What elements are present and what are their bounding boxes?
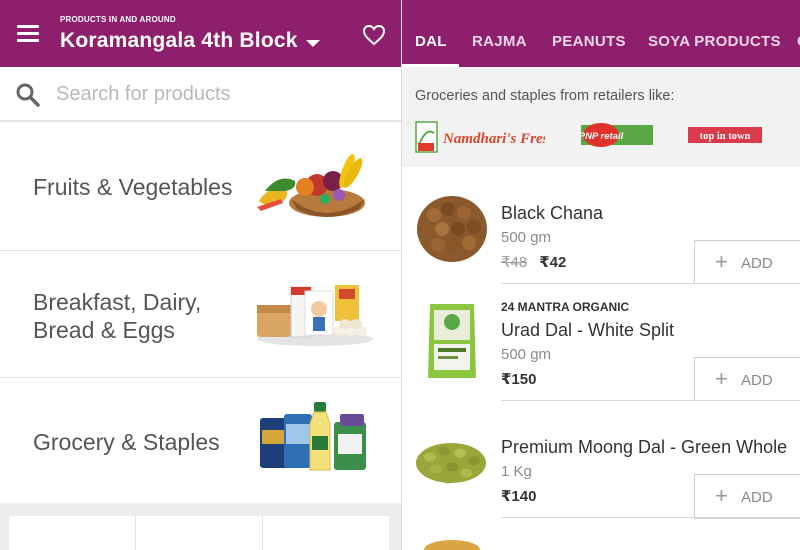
tab-dal[interactable]: DAL [415,33,447,50]
category-label: Breakfast, Dairy, Bread & Eggs [33,289,202,343]
product-item[interactable]: Premium Moong Dal - Green Whole 1 Kg ₹14… [402,401,800,519]
menu-icon[interactable] [17,25,39,43]
search-input[interactable] [56,77,386,111]
breakfast-dairy-image [257,285,373,346]
product-size: 500 gm [501,346,552,363]
product-price: ₹48 ₹42 [501,253,566,271]
product-brand: 24 MANTRA ORGANIC [501,300,630,314]
category-pane: PRODUCTS IN AND AROUND Koramangala 4th B… [0,0,401,550]
product-size: 500 gm [501,229,552,246]
product-name: Urad Dal - White Split [501,320,675,340]
heart-icon[interactable] [362,24,386,46]
divider [501,517,800,518]
original-price: ₹48 [501,254,528,271]
tab-peanuts[interactable]: PEANUTS [552,33,626,50]
product-size: 1 Kg [501,463,532,480]
add-label: ADD [741,372,773,389]
urad-dal-image [428,304,476,378]
product-item[interactable]: Black Chana 500 gm ₹48 ₹42 + ADD [402,167,800,285]
more-categories-strip [0,503,401,550]
tab-soya-products[interactable]: SOYA PRODUCTS [648,33,781,50]
product-item[interactable]: 24 MANTRA ORGANIC Urad Dal - White Split… [402,284,800,402]
tab-rajma[interactable]: RAJMA [472,33,527,50]
add-button[interactable]: + ADD [694,357,800,402]
product-name: Premium Moong Dal - Green Whole [501,437,788,457]
product-price: ₹140 [501,487,536,505]
add-button[interactable]: + ADD [694,240,800,285]
moong-dal-image [416,443,486,484]
add-label: ADD [741,489,773,506]
black-chana-image [417,196,487,262]
retailer-name: PNP retail [579,131,624,142]
top-in-town-logo: top in town [688,127,762,143]
sale-price: ₹42 [539,254,567,271]
retailers-banner: Groceries and staples from retailers lik… [402,67,800,167]
plus-icon: + [715,366,728,391]
retailers-title: Groceries and staples from retailers lik… [415,88,675,104]
category-fruits-vegetables[interactable]: Fruits & Vegetables [0,123,401,251]
grocery-staples-image [260,402,366,471]
plus-icon: + [715,483,728,508]
location-caption: PRODUCTS IN AND AROUND [60,15,176,24]
dropdown-arrow-icon[interactable] [306,40,320,47]
sale-price: ₹140 [501,488,537,505]
add-button[interactable]: + ADD [694,474,800,519]
subcategory-tabs: DAL RAJMA PEANUTS SOYA PRODUCTS C [402,0,800,67]
product-name: Black Chana [501,203,604,223]
pnp-retail-logo: PNP retail [579,123,653,147]
retailer-name: Namdhari's Fresh [442,131,545,147]
category-breakfast-dairy[interactable]: Breakfast, Dairy, Bread & Eggs [0,251,401,378]
product-price: ₹150 [501,370,536,388]
category-tile[interactable] [263,516,389,550]
category-tile[interactable] [9,516,136,550]
add-label: ADD [741,255,773,272]
next-product-image [424,540,480,550]
fruits-vegetables-image [257,153,365,217]
search-bar [0,67,401,122]
namdharis-fresh-logo: Namdhari's Fresh [415,121,545,153]
category-label: Fruits & Vegetables [33,174,233,200]
product-list-pane: DAL RAJMA PEANUTS SOYA PRODUCTS C Grocer… [401,0,800,550]
location-selector[interactable]: Koramangala 4th Block [60,29,298,53]
category-grocery-staples[interactable]: Grocery & Staples [0,378,401,504]
retailer-name: top in town [700,131,751,142]
plus-icon: + [715,249,728,274]
app-header: PRODUCTS IN AND AROUND Koramangala 4th B… [0,0,401,67]
screen: PRODUCTS IN AND AROUND Koramangala 4th B… [0,0,800,550]
search-icon [16,83,40,107]
sale-price: ₹150 [501,371,537,388]
category-tile[interactable] [136,516,263,550]
category-label: Grocery & Staples [33,429,220,455]
